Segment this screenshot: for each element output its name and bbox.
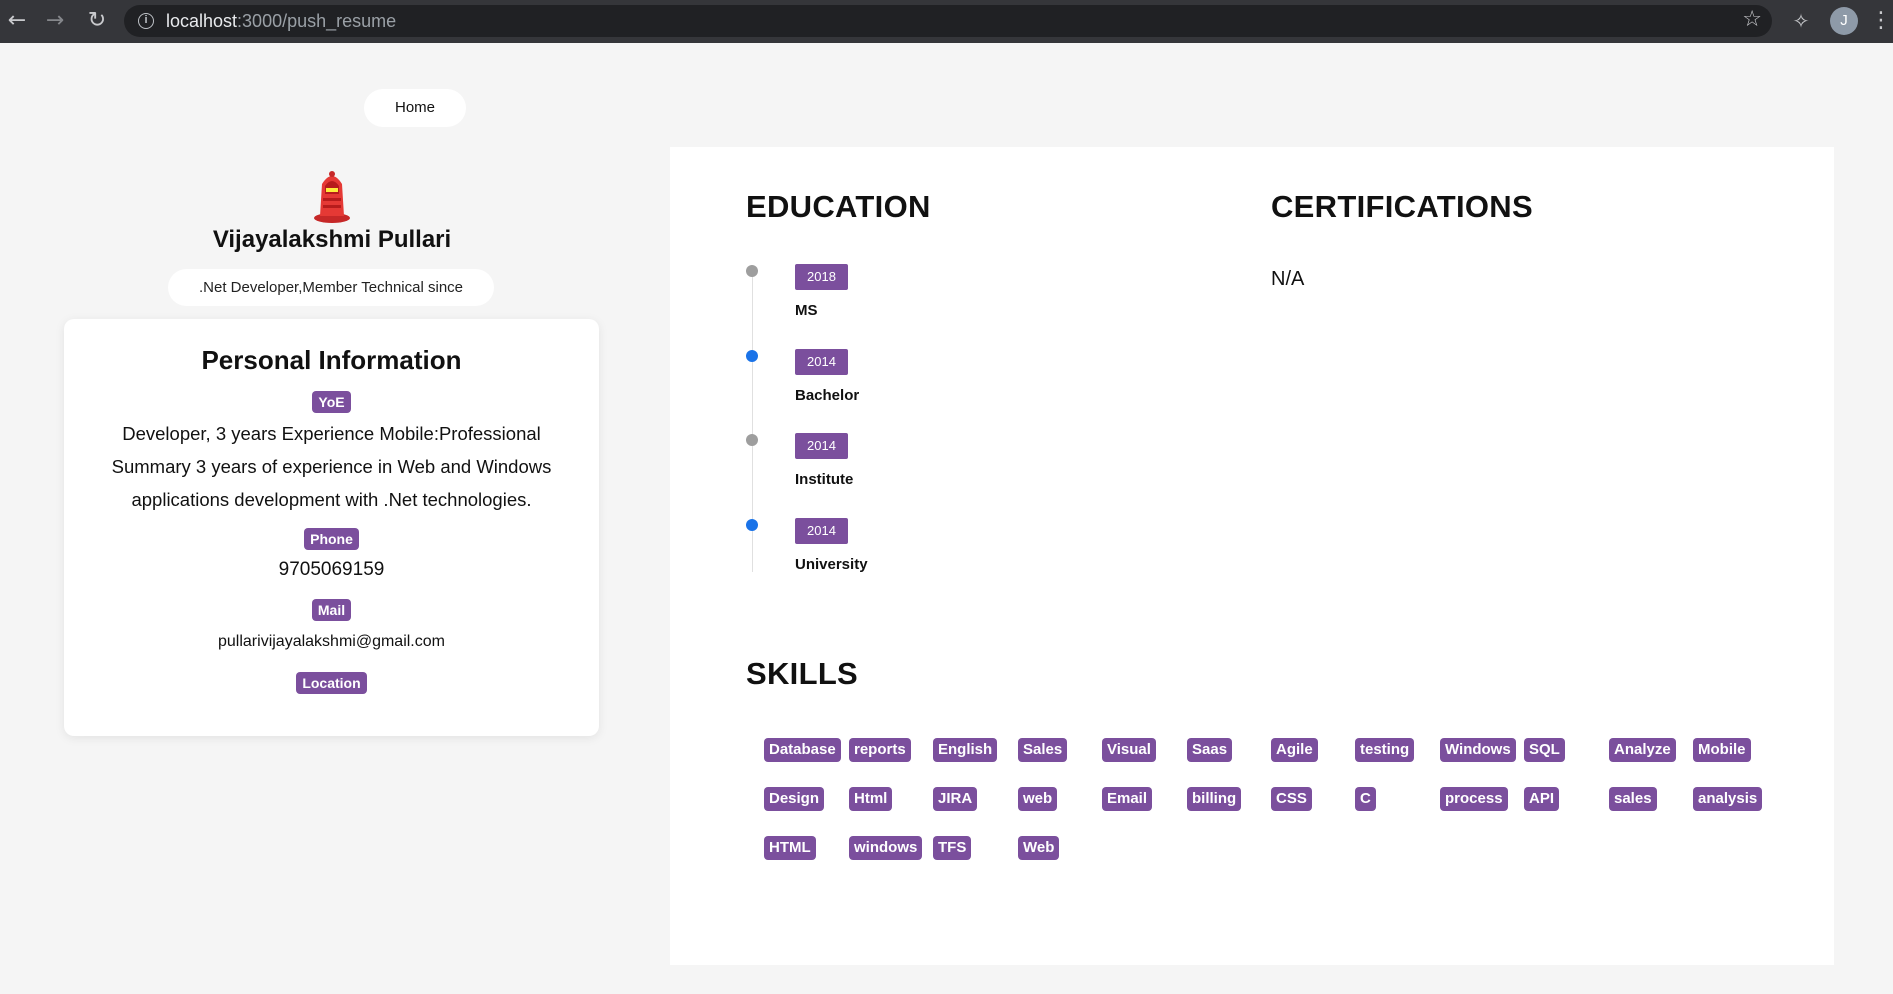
profile-role: .Net Developer,Member Technical since bbox=[168, 269, 494, 306]
yoe-text: Developer, 3 years Experience Mobile:Pro… bbox=[111, 423, 552, 510]
skill-tag: Sales bbox=[1018, 738, 1068, 762]
skill-tag: Agile bbox=[1271, 738, 1318, 762]
timeline-dot bbox=[746, 518, 758, 531]
yoe-badge: YoE bbox=[312, 391, 351, 413]
skill-tag: reports bbox=[849, 738, 911, 762]
profile-logo-icon bbox=[314, 171, 350, 223]
certifications-title: CERTIFICATIONS bbox=[1271, 189, 1533, 224]
education-year-badge: 2014 bbox=[795, 433, 848, 459]
skill-tag: HTML bbox=[764, 836, 816, 860]
skill-tag: Visual bbox=[1102, 738, 1156, 762]
url-host: localhost bbox=[166, 11, 238, 31]
home-button[interactable]: Home bbox=[364, 89, 466, 127]
skill-tag: CSS bbox=[1271, 787, 1312, 811]
location-badge: Location bbox=[296, 672, 367, 694]
back-arrow-icon[interactable]: ← bbox=[4, 8, 30, 34]
mail-value: pullarivijayalakshmi@gmail.com bbox=[218, 633, 445, 650]
skill-tag: Html bbox=[849, 787, 893, 811]
phone-value: 9705069159 bbox=[278, 559, 385, 580]
skill-tag: Mobile bbox=[1693, 738, 1751, 762]
skill-tag: API bbox=[1524, 787, 1560, 811]
reload-icon[interactable]: ↻ bbox=[84, 8, 110, 34]
skill-tag: SQL bbox=[1524, 738, 1565, 762]
education-degree: University bbox=[795, 555, 868, 573]
menu-kebab-icon[interactable]: ⋮ bbox=[1870, 8, 1892, 34]
personal-info-title: Personal Information bbox=[201, 345, 462, 375]
skill-tag: Windows bbox=[1440, 738, 1516, 762]
skill-tag: testing bbox=[1355, 738, 1415, 762]
education-year-badge: 2018 bbox=[795, 264, 848, 290]
skill-tag: Email bbox=[1102, 787, 1153, 811]
education-year-badge: 2014 bbox=[795, 348, 848, 375]
browser-toolbar: ← → ↻ i localhost:3000/push_resume ☆ ✧ J… bbox=[0, 0, 1893, 43]
skill-tag: Analyze bbox=[1609, 738, 1676, 762]
profile-avatar[interactable]: J bbox=[1830, 7, 1858, 35]
education-year-badge: 2014 bbox=[795, 517, 848, 544]
skill-tag: sales bbox=[1609, 787, 1657, 811]
skill-tag: Saas bbox=[1187, 738, 1233, 762]
skill-tag: Web bbox=[1018, 836, 1060, 860]
education-degree: Bachelor bbox=[795, 386, 860, 404]
skill-tag: billing bbox=[1187, 787, 1242, 811]
timeline-dot bbox=[746, 265, 758, 277]
skill-tag: C bbox=[1355, 787, 1376, 811]
education-degree: Institute bbox=[795, 471, 854, 488]
education-degree: MS bbox=[795, 302, 818, 319]
skill-tag: web bbox=[1018, 787, 1058, 811]
timeline-dot bbox=[746, 349, 758, 362]
skill-tag: analysis bbox=[1693, 787, 1763, 811]
phone-badge: Phone bbox=[304, 528, 359, 550]
mail-badge: Mail bbox=[311, 599, 352, 621]
timeline-dot bbox=[746, 434, 758, 446]
skill-tag: Database bbox=[764, 738, 841, 762]
education-title: EDUCATION bbox=[746, 189, 931, 224]
bookmark-star-icon[interactable]: ☆ bbox=[1742, 7, 1762, 32]
extensions-puzzle-icon[interactable]: ✧ bbox=[1788, 8, 1814, 34]
skill-tag: Design bbox=[764, 787, 825, 811]
skill-tag: TFS bbox=[933, 836, 972, 860]
url-text[interactable]: localhost:3000/push_resume bbox=[166, 11, 396, 32]
certifications-value: N/A bbox=[1271, 268, 1305, 290]
address-bar[interactable]: i localhost:3000/push_resume ☆ bbox=[124, 5, 1772, 37]
info-icon[interactable]: i bbox=[138, 13, 154, 29]
profile-name: Vijayalakshmi Pullari bbox=[212, 226, 452, 253]
skill-tag: English bbox=[933, 738, 998, 762]
forward-arrow-icon[interactable]: → bbox=[42, 8, 68, 34]
skills-title: SKILLS bbox=[746, 656, 859, 691]
url-path: :3000/push_resume bbox=[237, 11, 397, 31]
skill-tag: JIRA bbox=[933, 787, 978, 811]
personal-info-card: Personal Information YoE Developer, 3 ye… bbox=[64, 319, 599, 736]
skill-tag: process bbox=[1440, 787, 1508, 811]
skill-tag: windows bbox=[849, 836, 923, 860]
